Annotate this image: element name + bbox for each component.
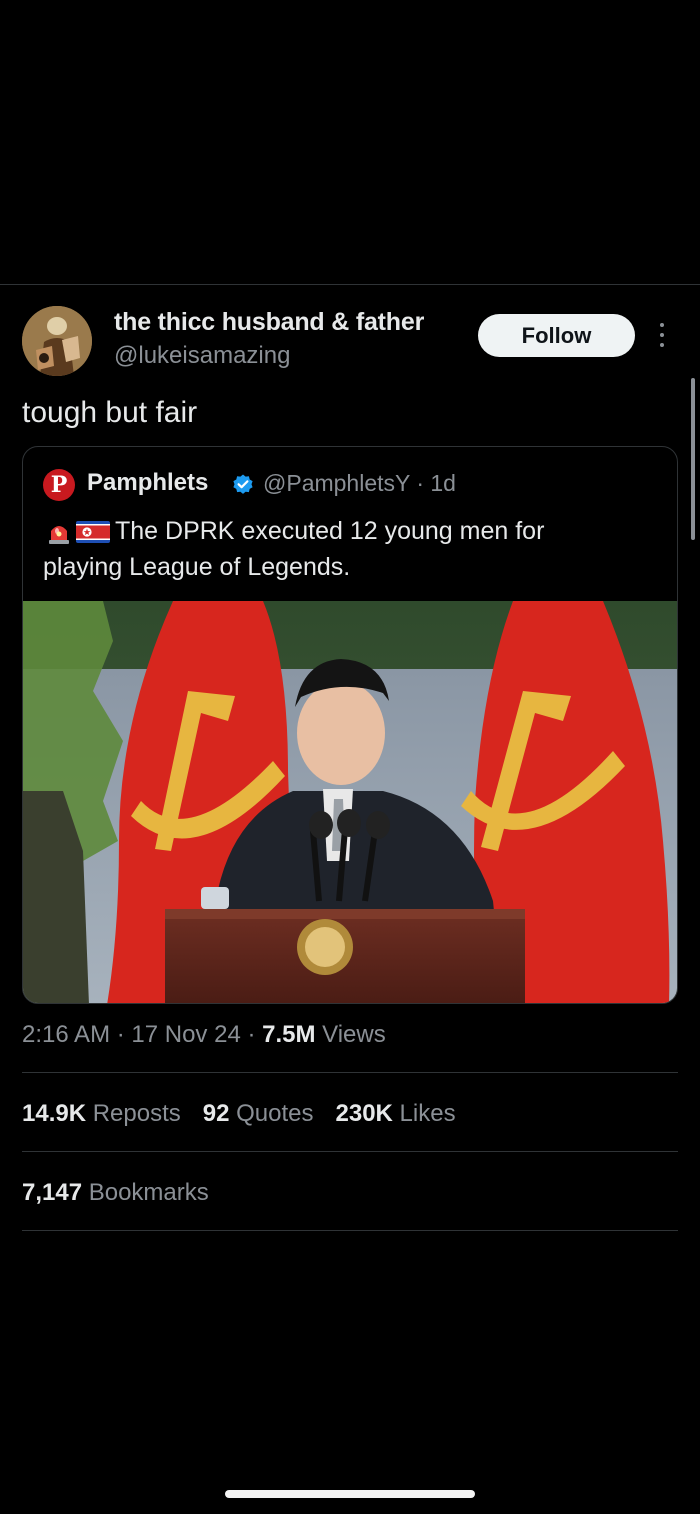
author-avatar[interactable] xyxy=(22,306,92,376)
stats-divider-top xyxy=(22,1072,678,1073)
bookmarks-count: 7,147 xyxy=(22,1179,83,1206)
home-indicator[interactable] xyxy=(225,1490,475,1498)
pamphlets-logo-icon[interactable]: P xyxy=(43,469,75,501)
quotes-stat[interactable]: 92 Quotes xyxy=(203,1100,314,1128)
author-handle[interactable]: @lukeisamazing xyxy=(114,342,290,370)
engagement-stats: 14.9K Reposts 92 Quotes 230K Likes xyxy=(22,1100,456,1128)
follow-button[interactable]: Follow xyxy=(478,314,635,357)
quoted-tweet-photo[interactable] xyxy=(23,601,677,1003)
reposts-count: 14.9K xyxy=(22,1100,87,1127)
author-display-name[interactable]: the thicc husband & father xyxy=(114,308,424,337)
tweet-timestamp-views[interactable]: 2:16 AM · 17 Nov 24 · 7.5M Views xyxy=(22,1021,386,1049)
stats-divider-bottom xyxy=(22,1230,678,1231)
more-dot xyxy=(660,343,664,347)
views-count: 7.5M xyxy=(262,1021,316,1048)
reposts-label: Reposts xyxy=(86,1100,181,1127)
siren-emoji-icon xyxy=(49,526,69,544)
top-divider xyxy=(0,284,700,285)
likes-count: 230K xyxy=(335,1100,393,1127)
more-vertical-icon[interactable] xyxy=(652,320,672,350)
reposts-stat[interactable]: 14.9K Reposts xyxy=(22,1100,181,1128)
views-label: Views xyxy=(315,1021,386,1048)
quoted-text-line-2: playing League of Legends. xyxy=(43,553,351,581)
quoted-author-name[interactable]: Pamphlets xyxy=(87,469,208,497)
quotes-count: 92 xyxy=(202,1100,230,1127)
tweet-timestamp: 2:16 AM · 17 Nov 24 · xyxy=(22,1021,263,1048)
quoted-tweet-card[interactable]: P Pamphlets @PamphletsY · 1d The DPRK ex… xyxy=(22,446,678,1004)
likes-label: Likes xyxy=(392,1100,456,1127)
bookmarks-stat[interactable]: 7,147 Bookmarks xyxy=(22,1179,209,1207)
tweet-text: tough but fair xyxy=(22,396,198,429)
more-dot xyxy=(660,333,664,337)
north-korea-flag-icon xyxy=(76,521,110,543)
likes-stat[interactable]: 230K Likes xyxy=(336,1100,456,1128)
bookmarks-label: Bookmarks xyxy=(82,1179,209,1206)
more-dot xyxy=(660,323,664,327)
quotes-label: Quotes xyxy=(229,1100,314,1127)
verified-badge-icon xyxy=(233,474,253,494)
quoted-handle-time[interactable]: @PamphletsY · 1d xyxy=(263,470,456,497)
scrollbar[interactable] xyxy=(691,378,695,540)
stats-divider-middle xyxy=(22,1151,678,1152)
quoted-text-line-1: The DPRK executed 12 young men for xyxy=(115,517,545,545)
